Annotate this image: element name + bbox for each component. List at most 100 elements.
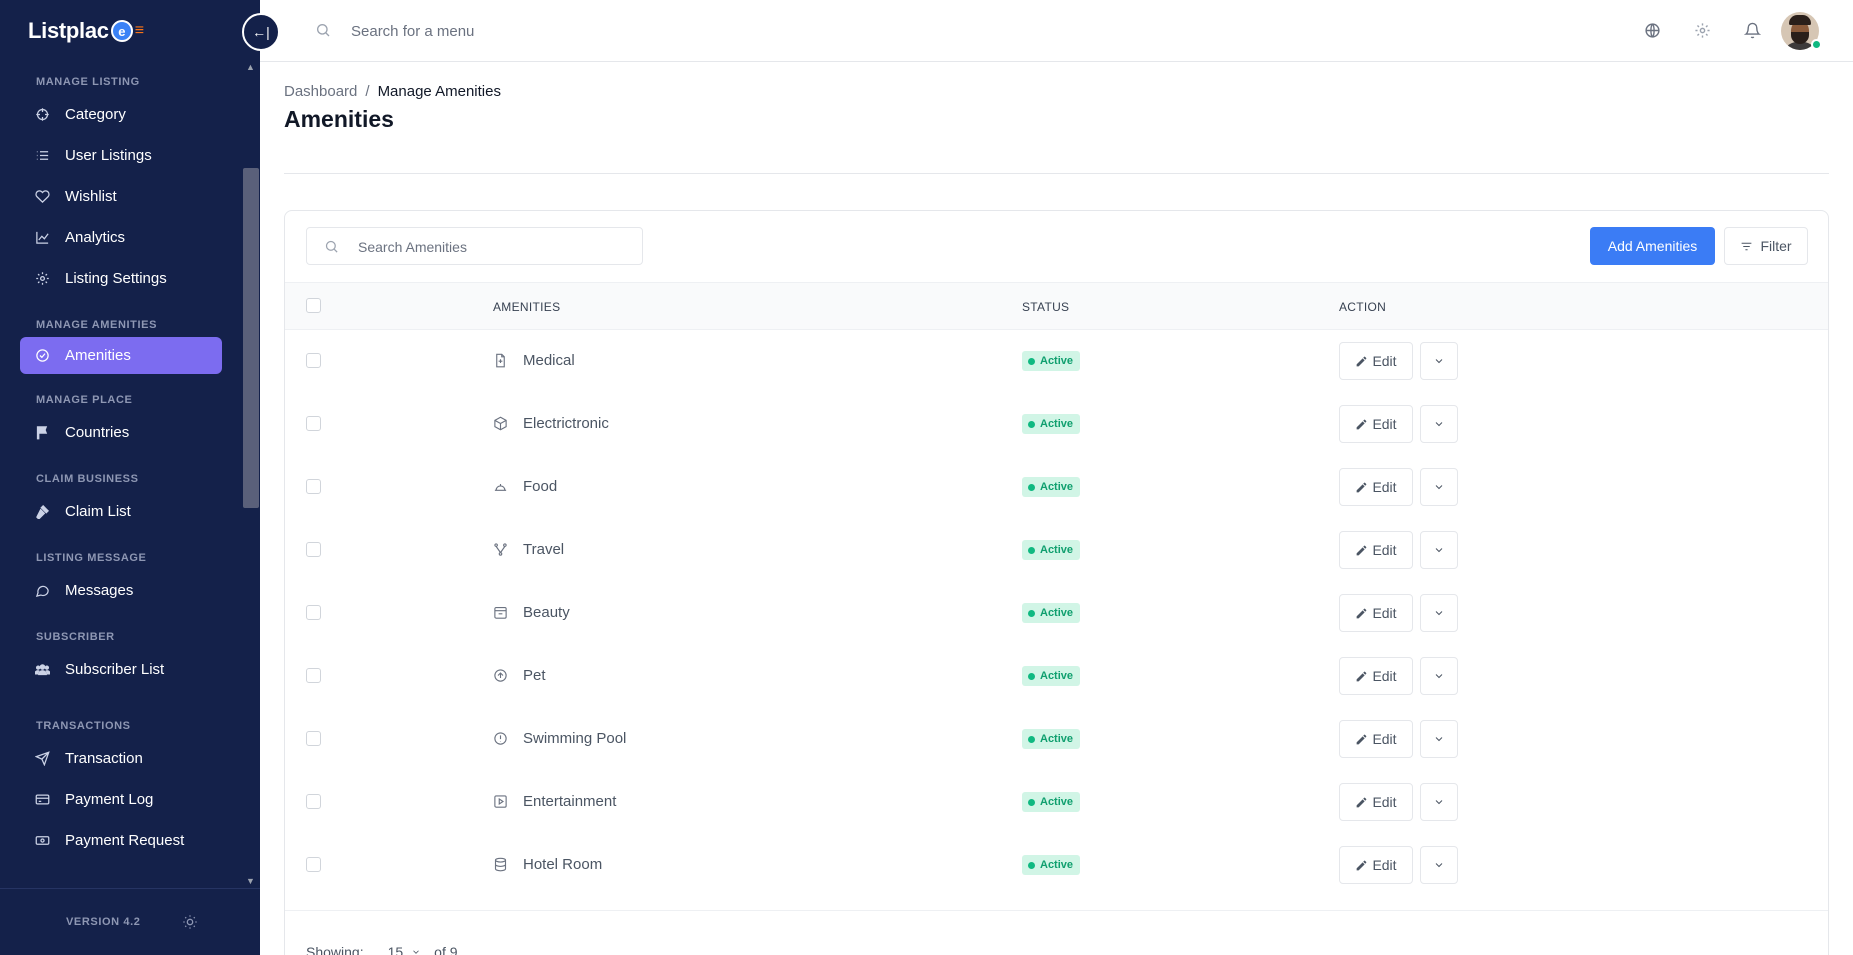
edit-button[interactable]: Edit — [1339, 405, 1413, 443]
row-checkbox[interactable] — [306, 353, 321, 368]
play-square-icon — [493, 794, 509, 810]
edit-button[interactable]: Edit — [1339, 657, 1413, 695]
sidebar-section-title: LISTING MESSAGE — [36, 552, 147, 564]
sidebar-item-countries[interactable]: Countries — [0, 412, 242, 453]
more-actions-button[interactable] — [1420, 405, 1458, 443]
row-checkbox[interactable] — [306, 542, 321, 557]
sidebar-item-subscriber-list[interactable]: Subscriber List — [0, 649, 242, 690]
more-actions-button[interactable] — [1420, 783, 1458, 821]
column-header-amenities[interactable]: AMENITIES — [493, 300, 560, 314]
edit-button[interactable]: Edit — [1339, 783, 1413, 821]
more-actions-button[interactable] — [1420, 594, 1458, 632]
status-label: Active — [1040, 355, 1074, 367]
sidebar-item-label: Listing Settings — [65, 270, 167, 287]
edit-button[interactable]: Edit — [1339, 342, 1413, 380]
sidebar-item-analytics[interactable]: Analytics — [0, 217, 242, 258]
table-row: Beauty Active Edit — [285, 582, 1828, 644]
more-actions-button[interactable] — [1420, 342, 1458, 380]
pencil-icon — [1357, 608, 1367, 618]
globe-icon[interactable] — [1644, 22, 1662, 40]
sidebar-item-label: Category — [65, 106, 126, 123]
chevron-down-icon — [1435, 422, 1443, 427]
avatar-hair — [1789, 15, 1811, 25]
status-dot — [1028, 420, 1035, 428]
more-actions-button[interactable] — [1420, 657, 1458, 695]
topbar — [260, 0, 1853, 62]
per-page-select[interactable]: 15 — [388, 944, 422, 955]
logo-badge: e — [110, 20, 133, 42]
sun-icon[interactable] — [182, 914, 198, 930]
logo[interactable]: Listplac e ≡ — [28, 18, 144, 44]
sidebar-scrollbar[interactable]: ▲ ▼ — [242, 60, 260, 888]
list-icon — [34, 148, 50, 164]
edit-button[interactable]: Edit — [1339, 720, 1413, 758]
row-checkbox[interactable] — [306, 605, 321, 620]
filter-button[interactable]: Filter — [1724, 227, 1808, 265]
dish-icon — [493, 479, 509, 495]
chevron-down-icon — [1435, 359, 1443, 364]
bell-icon[interactable] — [1743, 22, 1762, 40]
scroll-down-icon[interactable]: ▼ — [246, 876, 255, 886]
amenities-search-input[interactable] — [358, 237, 628, 257]
breadcrumb-separator: / — [365, 83, 370, 100]
status-badge: Active — [1022, 729, 1081, 749]
table-row: Medical Active Edit — [285, 330, 1828, 392]
sidebar-item-user-listings[interactable]: User Listings — [0, 135, 242, 176]
edit-button[interactable]: Edit — [1339, 846, 1413, 884]
sidebar-item-label: User Listings — [65, 147, 152, 164]
amenities-search[interactable] — [306, 227, 643, 265]
per-page-value: 15 — [387, 944, 404, 955]
sidebar-item-listing-settings[interactable]: Listing Settings — [0, 258, 242, 299]
row-checkbox[interactable] — [306, 731, 321, 746]
pagination-info: Showing: 15 of 9 — [306, 944, 458, 955]
row-checkbox[interactable] — [306, 479, 321, 494]
add-amenities-button[interactable]: Add Amenities — [1590, 227, 1715, 265]
scrollbar-thumb[interactable] — [243, 168, 259, 508]
sidebar-item-label: Messages — [65, 582, 134, 599]
breadcrumb-dashboard[interactable]: Dashboard — [284, 83, 357, 100]
sidebar-item-payment-log[interactable]: Payment Log — [0, 779, 242, 820]
sidebar-item-messages[interactable]: Messages — [0, 570, 242, 611]
more-actions-button[interactable] — [1420, 720, 1458, 758]
status-badge: Active — [1022, 477, 1081, 497]
scroll-up-icon[interactable]: ▲ — [246, 62, 255, 72]
status-label: Active — [1040, 733, 1074, 745]
row-checkbox[interactable] — [306, 668, 321, 683]
status-dot — [1028, 672, 1035, 680]
sidebar-item-amenities[interactable]: Amenities — [20, 337, 222, 374]
pencil-icon — [1357, 545, 1367, 555]
collapse-sidebar-button[interactable]: ←| — [242, 13, 280, 51]
row-checkbox[interactable] — [306, 416, 321, 431]
total-count: 9 — [449, 944, 458, 955]
gear-icon[interactable] — [1694, 22, 1712, 40]
amenity-name: Swimming Pool — [523, 730, 627, 747]
edit-label: Edit — [1372, 605, 1397, 621]
box-icon — [493, 416, 509, 432]
table-row: Travel Active Edit — [285, 519, 1828, 581]
menu-search-input[interactable] — [351, 16, 751, 46]
edit-button[interactable]: Edit — [1339, 594, 1413, 632]
select-all-checkbox[interactable] — [306, 298, 321, 313]
column-header-status[interactable]: STATUS — [1022, 300, 1069, 314]
sidebar-item-claim-list[interactable]: Claim List — [0, 491, 242, 532]
row-checkbox[interactable] — [306, 857, 321, 872]
edit-button[interactable]: Edit — [1339, 468, 1413, 506]
table-footer-divider — [285, 910, 1828, 911]
breadcrumb: Dashboard / Manage Amenities — [284, 83, 501, 100]
status-badge: Active — [1022, 351, 1081, 371]
chevron-down-icon — [1435, 800, 1443, 805]
sidebar-item-payment-request[interactable]: Payment Request — [0, 820, 242, 861]
status-label: Active — [1040, 670, 1074, 682]
row-checkbox[interactable] — [306, 794, 321, 809]
more-actions-button[interactable] — [1420, 846, 1458, 884]
sidebar-section-title: TRANSACTIONS — [36, 720, 131, 732]
edit-button[interactable]: Edit — [1339, 531, 1413, 569]
route-icon — [493, 542, 509, 558]
sidebar-item-wishlist[interactable]: Wishlist — [0, 176, 242, 217]
amenity-name: Medical — [523, 352, 575, 369]
more-actions-button[interactable] — [1420, 531, 1458, 569]
more-actions-button[interactable] — [1420, 468, 1458, 506]
sidebar-item-category[interactable]: Category — [0, 94, 242, 135]
status-badge: Active — [1022, 792, 1081, 812]
sidebar-item-transaction[interactable]: Transaction — [0, 738, 242, 779]
